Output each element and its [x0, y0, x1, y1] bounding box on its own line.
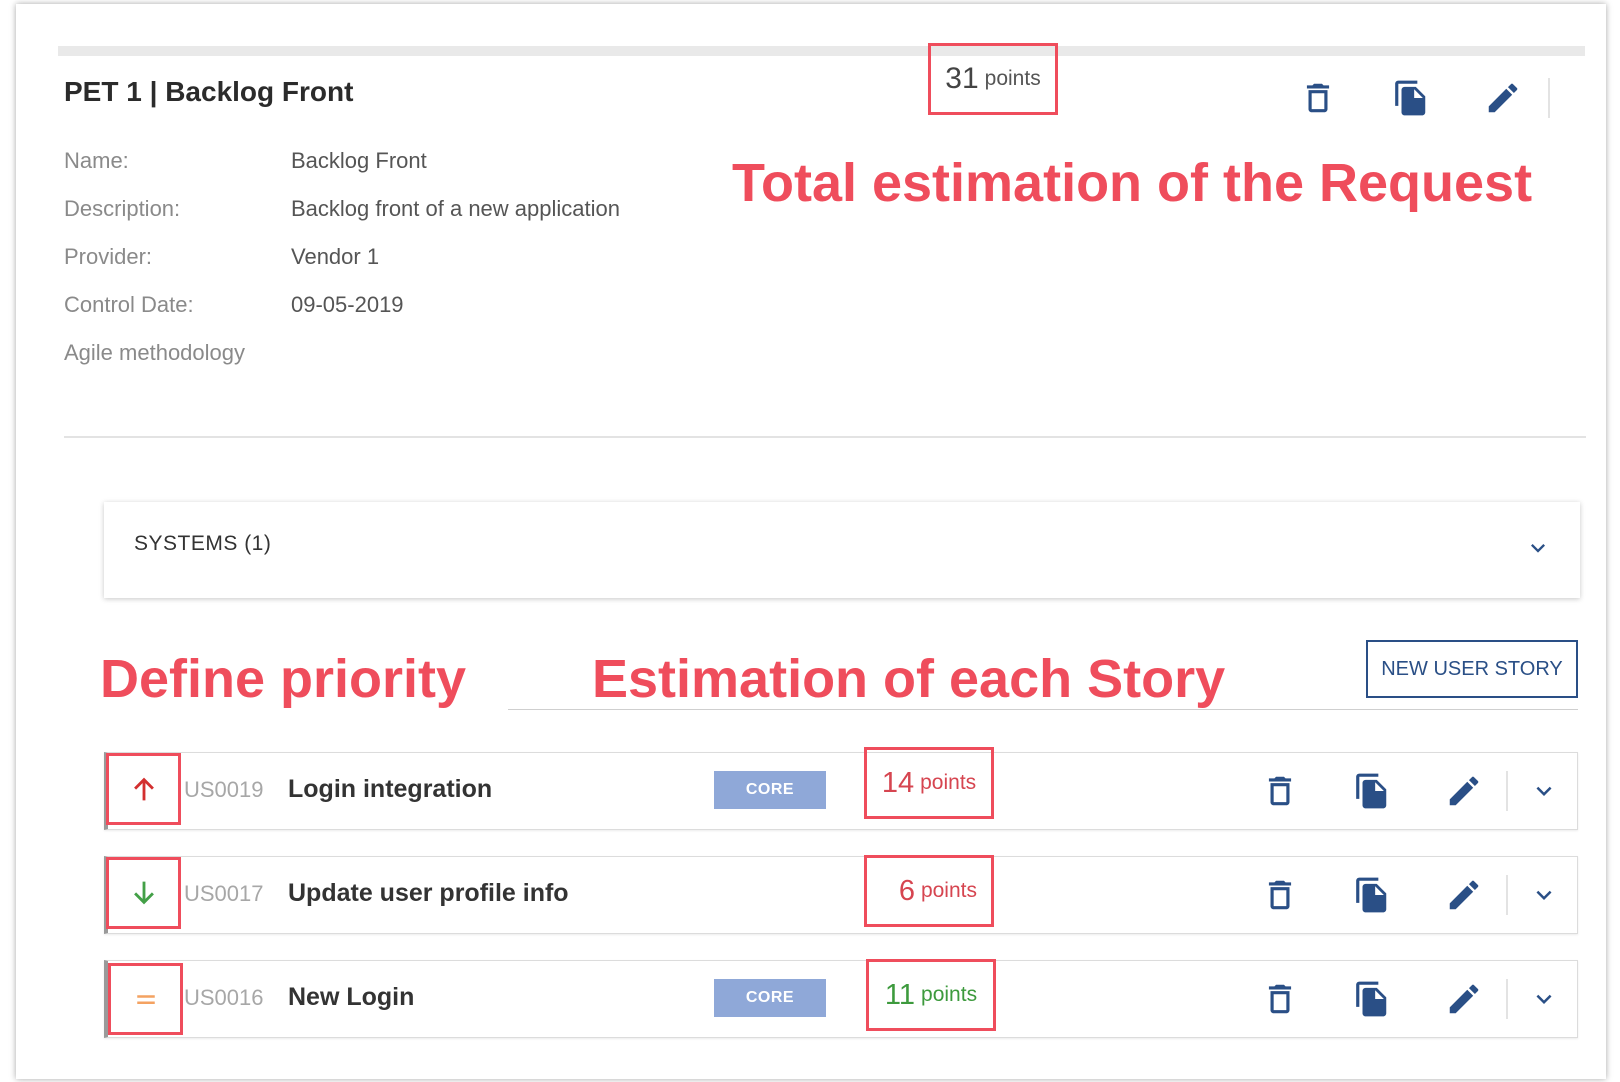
info-value: Backlog front of a new application: [291, 196, 620, 221]
story-title[interactable]: Login integration: [288, 775, 492, 804]
systems-label: SYSTEMS (1): [134, 532, 272, 555]
info-value: 09-05-2019: [291, 292, 404, 317]
copy-icon: [1356, 773, 1387, 809]
story-points-unit: points: [921, 983, 978, 1006]
story-points-highlight: 6 points: [864, 855, 994, 927]
story-row[interactable]: US0016 New Login CORE 11 points: [104, 959, 1578, 1038]
info-label: Description:: [64, 196, 181, 221]
total-points-value: 31: [945, 62, 979, 95]
story-points-highlight: 14 points: [864, 747, 994, 819]
story-id: US0016: [184, 985, 264, 1010]
total-points-unit: points: [984, 67, 1041, 90]
delete-story-button[interactable]: [1258, 873, 1302, 917]
story-list-header-line: [508, 709, 1578, 710]
annotation-story-estimation: Estimation of each Story: [592, 649, 1226, 709]
story-row[interactable]: US0017 Update user profile info 6 points: [104, 855, 1578, 934]
copy-icon: [1356, 877, 1387, 913]
chevron-down-icon[interactable]: [1524, 534, 1552, 562]
info-label: Name:: [64, 148, 129, 173]
trash-icon: [1268, 984, 1292, 1014]
arrow-up-icon: [133, 777, 154, 801]
chevron-down-icon: [1536, 994, 1552, 1004]
story-title[interactable]: Update user profile info: [288, 879, 569, 908]
expand-story-button[interactable]: [1522, 873, 1566, 917]
copy-story-button[interactable]: [1350, 977, 1394, 1021]
edit-story-button[interactable]: [1442, 769, 1486, 813]
row-separator: [1506, 875, 1508, 915]
top-bar: [58, 46, 1585, 56]
core-badge: CORE: [714, 979, 826, 1017]
total-points-highlight: 31 points: [928, 43, 1058, 115]
chevron-down-icon: [1536, 890, 1552, 900]
new-user-story-button[interactable]: NEW USER STORY: [1366, 640, 1578, 698]
systems-panel[interactable]: SYSTEMS (1): [104, 502, 1580, 598]
equals-icon: [136, 995, 155, 1004]
row-separator: [1506, 771, 1508, 811]
priority-toggle[interactable]: [108, 963, 183, 1035]
row-separator: [1506, 979, 1508, 1019]
trash-icon: [1268, 880, 1292, 910]
section-divider: [64, 436, 1586, 438]
edit-story-button[interactable]: [1442, 873, 1486, 917]
story-points-unit: points: [920, 771, 977, 794]
story-points-highlight: 11 points: [866, 959, 996, 1031]
copy-icon: [1395, 80, 1426, 116]
info-label: Control Date:: [64, 292, 194, 317]
expand-story-button[interactable]: [1522, 769, 1566, 813]
info-value: Vendor 1: [291, 244, 380, 269]
annotation-total: Total estimation of the Request: [732, 153, 1533, 213]
trash-icon: [1306, 83, 1330, 113]
story-points-value: 14: [881, 766, 915, 799]
edit-request-button[interactable]: [1481, 76, 1525, 120]
story-id: US0017: [184, 881, 264, 906]
copy-icon: [1356, 981, 1387, 1017]
delete-story-button[interactable]: [1258, 769, 1302, 813]
info-label: Provider:: [64, 244, 153, 269]
pencil-icon: [1449, 984, 1479, 1014]
page-title: PET 1 | Backlog Front: [64, 76, 354, 107]
edit-story-button[interactable]: [1442, 977, 1486, 1021]
delete-request-button[interactable]: [1296, 76, 1340, 120]
header-separator: [1548, 78, 1550, 118]
priority-toggle[interactable]: [106, 857, 181, 929]
story-points-unit: points: [920, 879, 977, 902]
arrow-down-icon: [133, 881, 154, 905]
story-id: US0019: [184, 777, 264, 802]
delete-story-button[interactable]: [1258, 977, 1302, 1021]
pencil-icon: [1449, 776, 1479, 806]
info-label: Agile methodology: [64, 340, 246, 365]
story-points-value: 6: [898, 874, 915, 907]
core-badge: CORE: [714, 771, 826, 809]
copy-request-button[interactable]: [1389, 76, 1433, 120]
story-points-value: 11: [884, 978, 916, 1011]
story-row[interactable]: US0019 Login integration CORE 14 points: [104, 747, 1578, 830]
annotation-priority: Define priority: [100, 649, 467, 709]
priority-toggle[interactable]: [106, 753, 181, 825]
expand-story-button[interactable]: [1522, 977, 1566, 1021]
chevron-down-icon: [1536, 786, 1552, 796]
pencil-icon: [1488, 83, 1518, 113]
trash-icon: [1268, 776, 1292, 806]
copy-story-button[interactable]: [1350, 873, 1394, 917]
copy-story-button[interactable]: [1350, 769, 1394, 813]
info-value: Backlog Front: [291, 148, 427, 173]
story-title[interactable]: New Login: [288, 983, 414, 1012]
pencil-icon: [1449, 880, 1479, 910]
